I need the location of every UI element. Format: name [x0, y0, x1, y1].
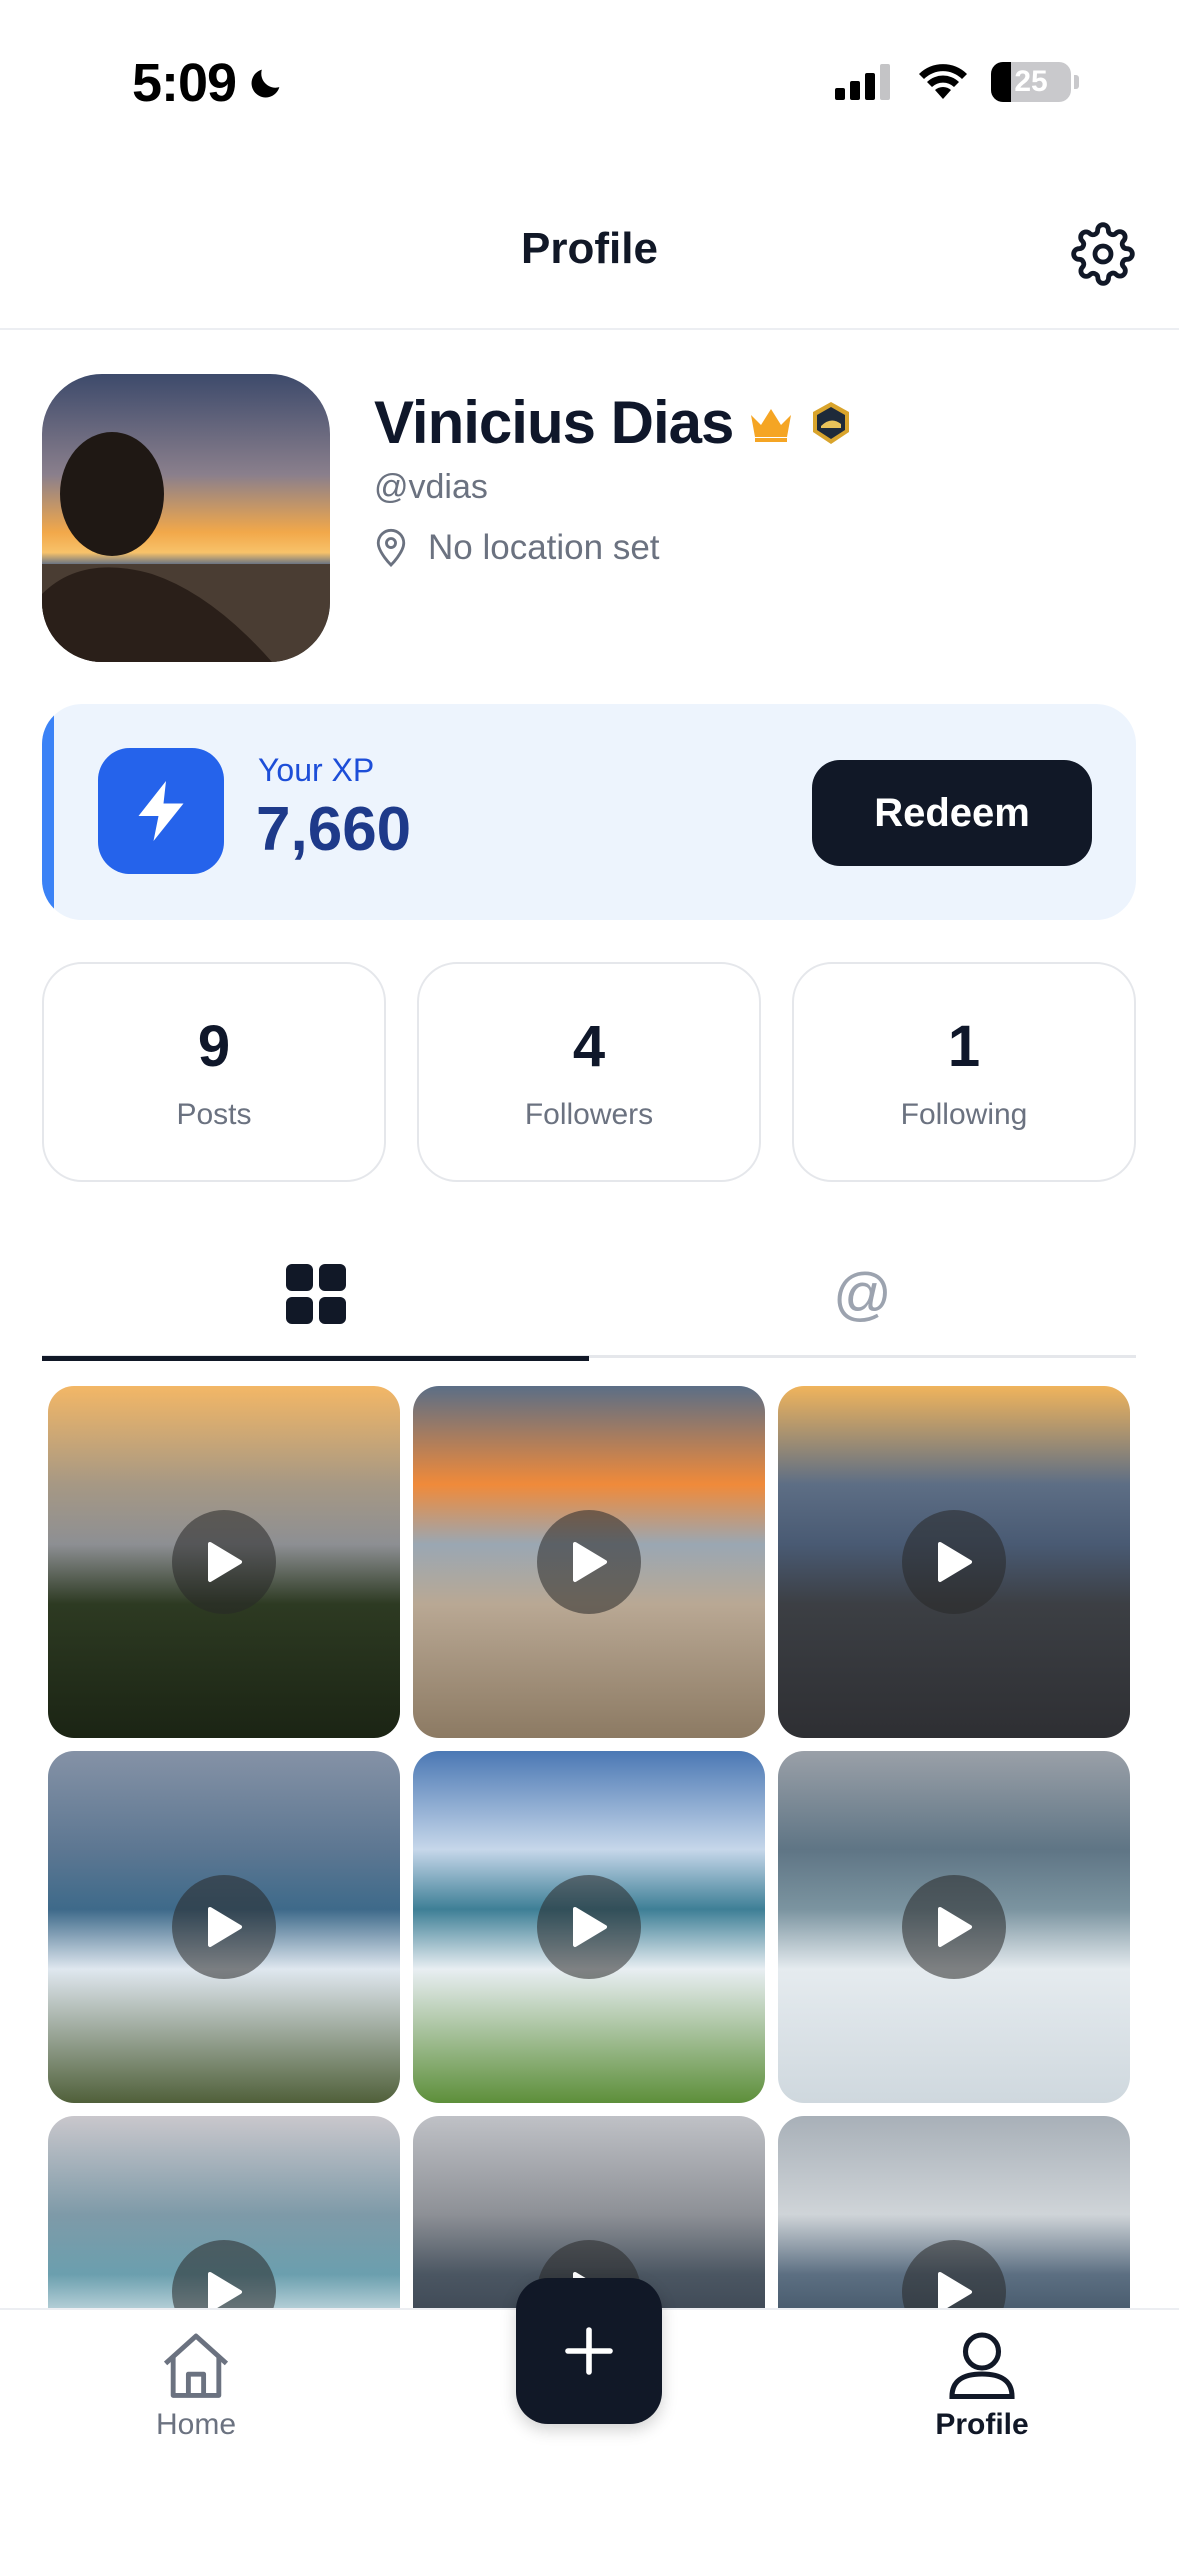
- post-thumbnail[interactable]: [48, 1386, 400, 1738]
- crown-icon: [751, 408, 792, 442]
- stat-value: 4: [572, 1013, 606, 1079]
- play-button[interactable]: [172, 1875, 276, 1979]
- posts-grid-viewport: [0, 1386, 1179, 2308]
- play-icon: [938, 1542, 972, 1582]
- stat-following[interactable]: 1 Following: [792, 962, 1136, 1182]
- play-icon: [938, 2272, 972, 2308]
- battery-fill: [991, 62, 1011, 102]
- play-button[interactable]: [537, 1875, 641, 1979]
- play-icon: [573, 1542, 607, 1582]
- stat-label: Followers: [524, 1097, 654, 1131]
- moon-icon: [251, 69, 280, 98]
- content-tabs: @: [42, 1230, 1136, 1361]
- battery-icon: 25: [991, 62, 1071, 102]
- stat-label: Posts: [176, 1097, 252, 1131]
- xp-card-accent: [42, 704, 54, 920]
- nav-home[interactable]: Home: [96, 2330, 296, 2442]
- battery-cap: [1074, 75, 1079, 89]
- play-button[interactable]: [172, 1510, 276, 1614]
- xp-value: 7,660: [256, 795, 412, 864]
- nav-home-label: Home: [155, 2408, 237, 2441]
- avatar-photo: [42, 374, 330, 662]
- stat-label: Following: [900, 1097, 1028, 1131]
- post-thumbnail[interactable]: [48, 1751, 400, 2103]
- home-icon: [163, 2333, 229, 2398]
- lightning-icon: [138, 781, 184, 841]
- xp-card: Your XP 7,660 Redeem: [42, 704, 1136, 920]
- tab-posts-grid[interactable]: [42, 1230, 589, 1361]
- page-header: Profile: [0, 170, 1179, 330]
- avatar[interactable]: [42, 374, 330, 662]
- post-thumbnail[interactable]: [778, 2116, 1130, 2308]
- profile-name: Vinicius Dias: [374, 389, 734, 456]
- play-icon: [573, 1907, 607, 1947]
- play-icon: [938, 1907, 972, 1947]
- tab-mentions-label: @: [833, 1261, 892, 1327]
- status-bar: 5:09 25: [0, 0, 1179, 170]
- battery-level: 25: [1014, 65, 1048, 98]
- stat-followers[interactable]: 4 Followers: [417, 962, 761, 1182]
- gear-icon: [1071, 222, 1135, 286]
- shield-badge-icon: [813, 401, 850, 444]
- add-post-button[interactable]: [516, 2278, 662, 2424]
- play-button[interactable]: [537, 1510, 641, 1614]
- posts-grid: [48, 1386, 1132, 2308]
- play-icon: [208, 1542, 242, 1582]
- signal-icon: [835, 64, 890, 100]
- nav-profile[interactable]: Profile: [882, 2330, 1082, 2442]
- stat-value: 9: [197, 1013, 231, 1079]
- plus-icon: [565, 2327, 613, 2375]
- tab-mentions[interactable]: @: [589, 1230, 1136, 1358]
- location-pin-icon: [376, 528, 406, 568]
- play-button[interactable]: [902, 1875, 1006, 1979]
- battery-indicator: 25: [991, 62, 1079, 102]
- stat-posts[interactable]: 9 Posts: [42, 962, 386, 1182]
- play-icon: [208, 2272, 242, 2308]
- person-icon: [949, 2332, 1015, 2400]
- play-button[interactable]: [902, 1510, 1006, 1614]
- post-thumbnail[interactable]: [778, 1386, 1130, 1738]
- redeem-button[interactable]: Redeem: [812, 760, 1092, 866]
- page-title: Profile: [521, 224, 658, 273]
- post-thumbnail[interactable]: [48, 2116, 400, 2308]
- location-text: No location set: [428, 528, 660, 567]
- grid-icon: [285, 1264, 346, 1324]
- nav-profile-label: Profile: [935, 2408, 1029, 2441]
- post-thumbnail[interactable]: [778, 1751, 1130, 2103]
- play-icon: [208, 1907, 242, 1947]
- profile-stats: 9 Posts 4 Followers 1 Following: [42, 962, 1136, 1182]
- settings-button[interactable]: [1067, 218, 1139, 290]
- profile-name-row: Vinicius Dias: [374, 388, 853, 457]
- post-thumbnail[interactable]: [413, 1386, 765, 1738]
- status-time-text: 5:09: [132, 53, 237, 113]
- status-time: 5:09: [132, 52, 286, 114]
- wifi-icon: [919, 64, 967, 99]
- stat-value: 1: [947, 1013, 981, 1079]
- post-thumbnail[interactable]: [413, 1751, 765, 2103]
- status-icons: 25: [835, 62, 1079, 102]
- xp-label: Your XP: [258, 752, 375, 788]
- profile-location: No location set: [374, 528, 660, 568]
- xp-icon-box: [98, 748, 224, 874]
- profile-handle: @vdias: [374, 468, 488, 506]
